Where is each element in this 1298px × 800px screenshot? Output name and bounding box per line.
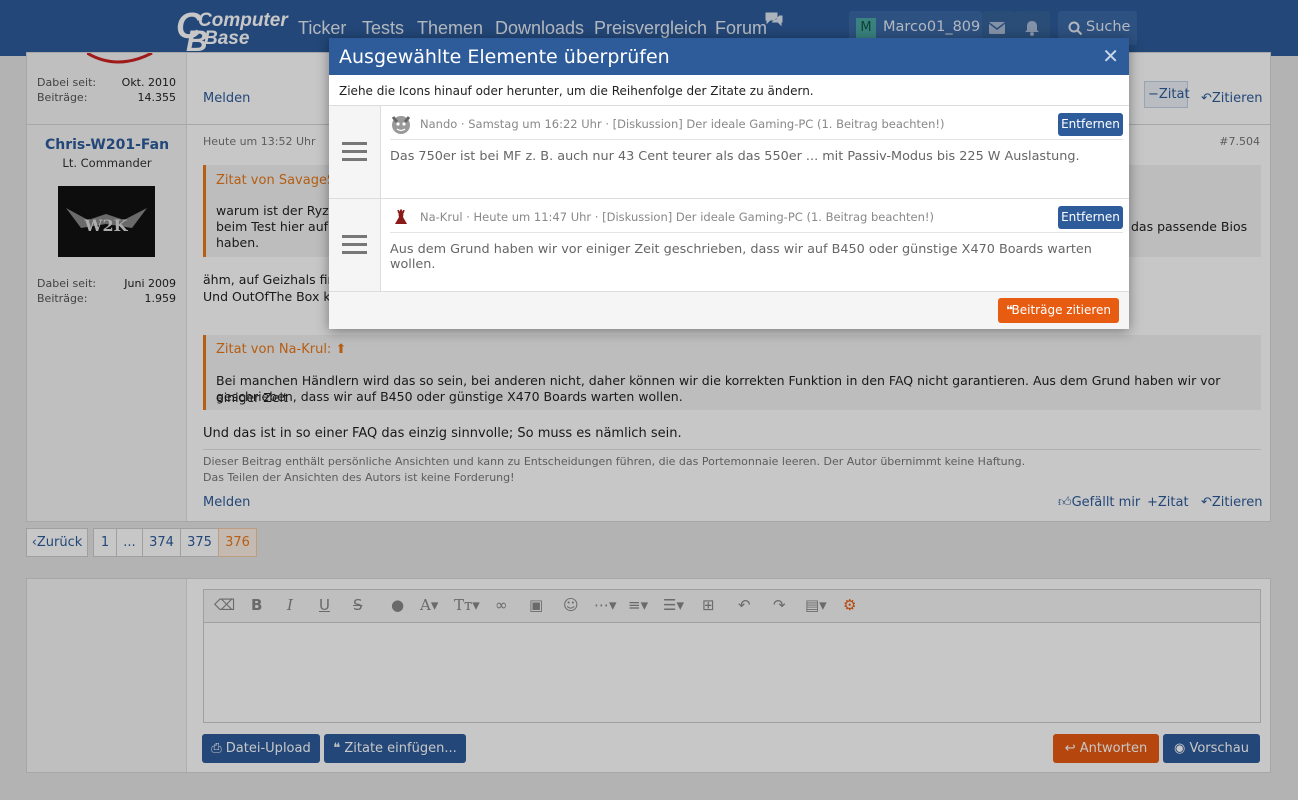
- dialog-description: Ziehe die Icons hinauf oder herunter, um…: [339, 84, 814, 98]
- drag-handle[interactable]: [329, 106, 381, 198]
- remove-button[interactable]: Entfernen: [1058, 113, 1123, 136]
- quote-item-text: Das 750er ist bei MF z. B. auch nur 43 C…: [390, 149, 1080, 164]
- item-divider: [390, 139, 1123, 140]
- quote-icon: ❝: [1006, 303, 1014, 317]
- drag-handle-icon: [342, 235, 367, 255]
- item-divider: [390, 232, 1123, 233]
- dialog-footer: ❝ Beiträge zitieren: [329, 291, 1129, 329]
- drag-handle-icon: [342, 142, 367, 162]
- quote-item: Nando · Samstag um 16:22 Uhr · [Diskussi…: [329, 105, 1129, 198]
- dialog-header: Ausgewählte Elemente überprüfen ✕: [329, 38, 1129, 75]
- quote-item: Na-Krul · Heute um 11:47 Uhr · [Diskussi…: [329, 198, 1129, 291]
- review-selected-quotes-dialog: Ausgewählte Elemente überprüfen ✕ Ziehe …: [329, 38, 1129, 329]
- cat-avatar-icon: [391, 116, 411, 134]
- remove-button[interactable]: Entfernen: [1058, 206, 1123, 229]
- drag-handle[interactable]: [329, 199, 381, 291]
- dialog-title: Ausgewählte Elemente überprüfen: [339, 46, 670, 68]
- devil-avatar-icon: [395, 209, 407, 224]
- close-icon[interactable]: ✕: [1102, 44, 1119, 68]
- quote-item-meta: Na-Krul · Heute um 11:47 Uhr · [Diskussi…: [420, 210, 934, 224]
- quote-item-meta: Nando · Samstag um 16:22 Uhr · [Diskussi…: [420, 117, 945, 131]
- quote-posts-button[interactable]: ❝ Beiträge zitieren: [998, 298, 1119, 323]
- quote-item-text: Aus dem Grund haben wir vor einiger Zeit…: [390, 242, 1092, 272]
